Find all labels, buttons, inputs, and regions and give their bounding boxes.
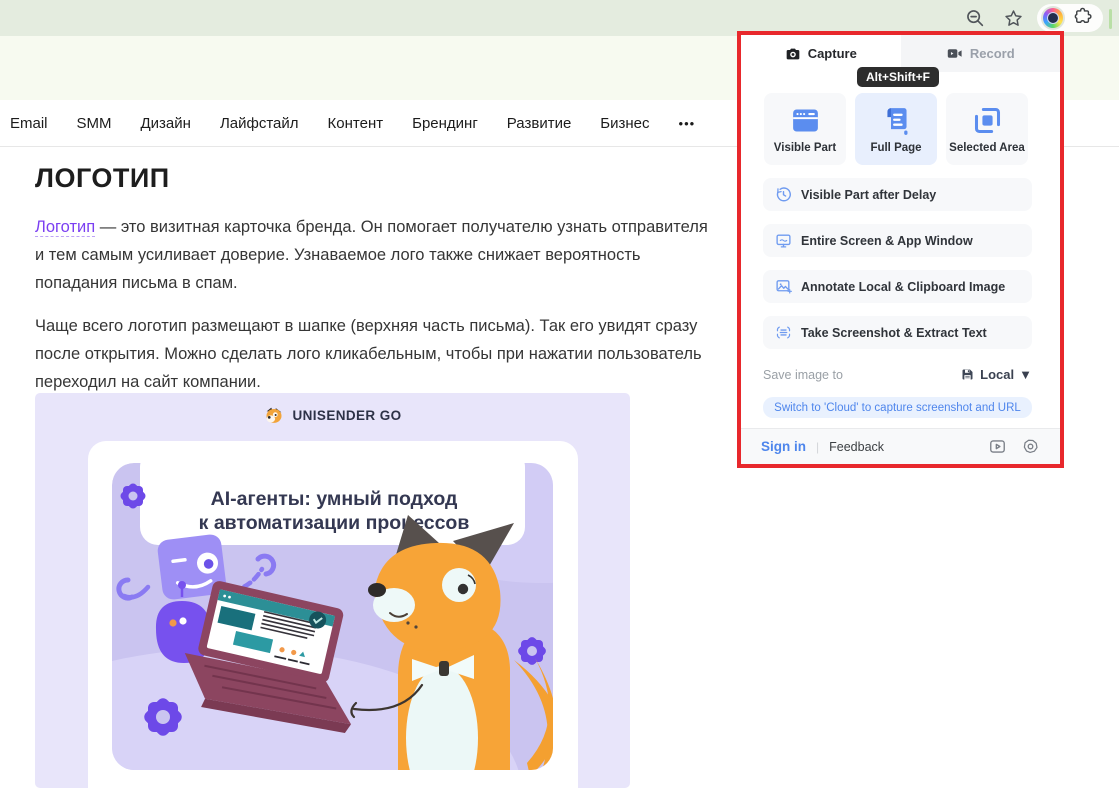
save-image-label: Save image to (763, 367, 843, 382)
bookmark-star-icon[interactable] (999, 4, 1027, 32)
nav-item-business[interactable]: Бизнес (600, 115, 649, 132)
banner-headline-line1: AI-агенты: умный подход (211, 488, 458, 510)
popup-footer: Sign in | Feedback (741, 428, 1060, 464)
extension-popup: Capture Record Alt+Shift+F Visible Part (737, 31, 1064, 468)
capture-options-list: Visible Part after Delay Entire Screen &… (763, 178, 1032, 349)
extension-pill (1037, 4, 1103, 32)
nav-item-smm[interactable]: SMM (77, 115, 112, 132)
brand-logo-row: UNISENDER GO (35, 404, 630, 426)
save-target-dropdown[interactable]: Local ▼ (960, 367, 1032, 382)
floppy-save-icon (962, 369, 973, 380)
capture-mode-cards: Visible Part Full Page Selected Area (764, 93, 1028, 165)
video-icon (947, 49, 962, 58)
shortcut-tooltip: Alt+Shift+F (857, 67, 940, 87)
capture-mode-visible-part[interactable]: Visible Part (764, 93, 846, 165)
capture-mode-label: Selected Area (949, 142, 1025, 154)
sign-in-link[interactable]: Sign in (761, 439, 806, 454)
footer-divider: | (816, 439, 820, 454)
article: ЛОГОТИП Логотип — это визитная карточка … (35, 163, 711, 411)
tab-record-label: Record (969, 46, 1015, 61)
chevron-down-icon: ▼ (1019, 367, 1032, 382)
nav-item-development[interactable]: Развитие (507, 115, 572, 132)
paragraph-1-text: — это визитная карточка бренда. Он помог… (35, 218, 708, 292)
full-page-scroll-icon (886, 108, 907, 135)
feedback-link[interactable]: Feedback (829, 440, 884, 454)
monitor-icon (776, 234, 791, 248)
nav-item-content[interactable]: Контент (328, 115, 384, 132)
cloud-switch-notice[interactable]: Switch to 'Cloud' to capture screenshot … (763, 397, 1032, 418)
extensions-puzzle-icon[interactable] (1073, 6, 1093, 31)
option-label: Take Screenshot & Extract Text (801, 325, 987, 340)
nav-item-email[interactable]: Email (10, 115, 48, 132)
zoom-out-icon[interactable] (961, 4, 989, 32)
browser-window-icon (792, 109, 818, 132)
option-label: Visible Part after Delay (801, 187, 937, 202)
capture-mode-label: Full Page (870, 142, 922, 154)
option-extract-text[interactable]: Take Screenshot & Extract Text (763, 316, 1032, 349)
tab-capture-label: Capture (807, 46, 857, 61)
save-target-value: Local (980, 367, 1015, 382)
logo-term-link[interactable]: Логотип (35, 218, 96, 237)
nav-item-lifestyle[interactable]: Лайфстайл (220, 115, 299, 132)
paragraph-1: Логотип — это визитная карточка бренда. … (35, 213, 711, 297)
page-title: ЛОГОТИП (35, 163, 170, 193)
annotate-image-icon (776, 280, 792, 294)
banner-illustration: AI-агенты: умный подход к автоматизации … (112, 463, 553, 770)
unisender-dog-icon (266, 407, 282, 423)
capture-mode-label: Visible Part (773, 142, 837, 154)
media-library-icon[interactable] (988, 437, 1007, 456)
nav-item-design[interactable]: Дизайн (141, 115, 191, 132)
option-visible-part-after-delay[interactable]: Visible Part after Delay (763, 178, 1032, 211)
nav-item-branding[interactable]: Брендинг (412, 115, 478, 132)
option-label: Entire Screen & App Window (801, 233, 973, 248)
capture-mode-selected-area[interactable]: Selected Area (946, 93, 1028, 165)
toolbar-caret-mark (1109, 9, 1112, 29)
email-banner: UNISENDER GO AI-агенты: умный подход к а… (35, 393, 630, 788)
settings-gear-icon[interactable] (1021, 437, 1040, 456)
capture-mode-full-page[interactable]: Full Page (855, 93, 937, 165)
paragraph-2: Чаще всего логотип размещают в шапке (ве… (35, 317, 702, 391)
scan-text-icon (776, 326, 791, 339)
nav-more-button[interactable]: ••• (679, 116, 696, 131)
screenshot-extension-icon[interactable] (1041, 6, 1065, 30)
option-entire-screen[interactable]: Entire Screen & App Window (763, 224, 1032, 257)
crop-area-icon (974, 107, 1000, 134)
camera-icon (786, 48, 800, 59)
save-image-row: Save image to Local ▼ (763, 367, 1032, 382)
banner-card: AI-агенты: умный подход к автоматизации … (88, 441, 578, 788)
delay-clock-icon (776, 187, 791, 202)
banner-headline-line2: к автоматизации процессов (199, 512, 470, 534)
option-annotate-image[interactable]: Annotate Local & Clipboard Image (763, 270, 1032, 303)
option-label: Annotate Local & Clipboard Image (801, 279, 1006, 294)
brand-name: UNISENDER GO (292, 407, 402, 423)
